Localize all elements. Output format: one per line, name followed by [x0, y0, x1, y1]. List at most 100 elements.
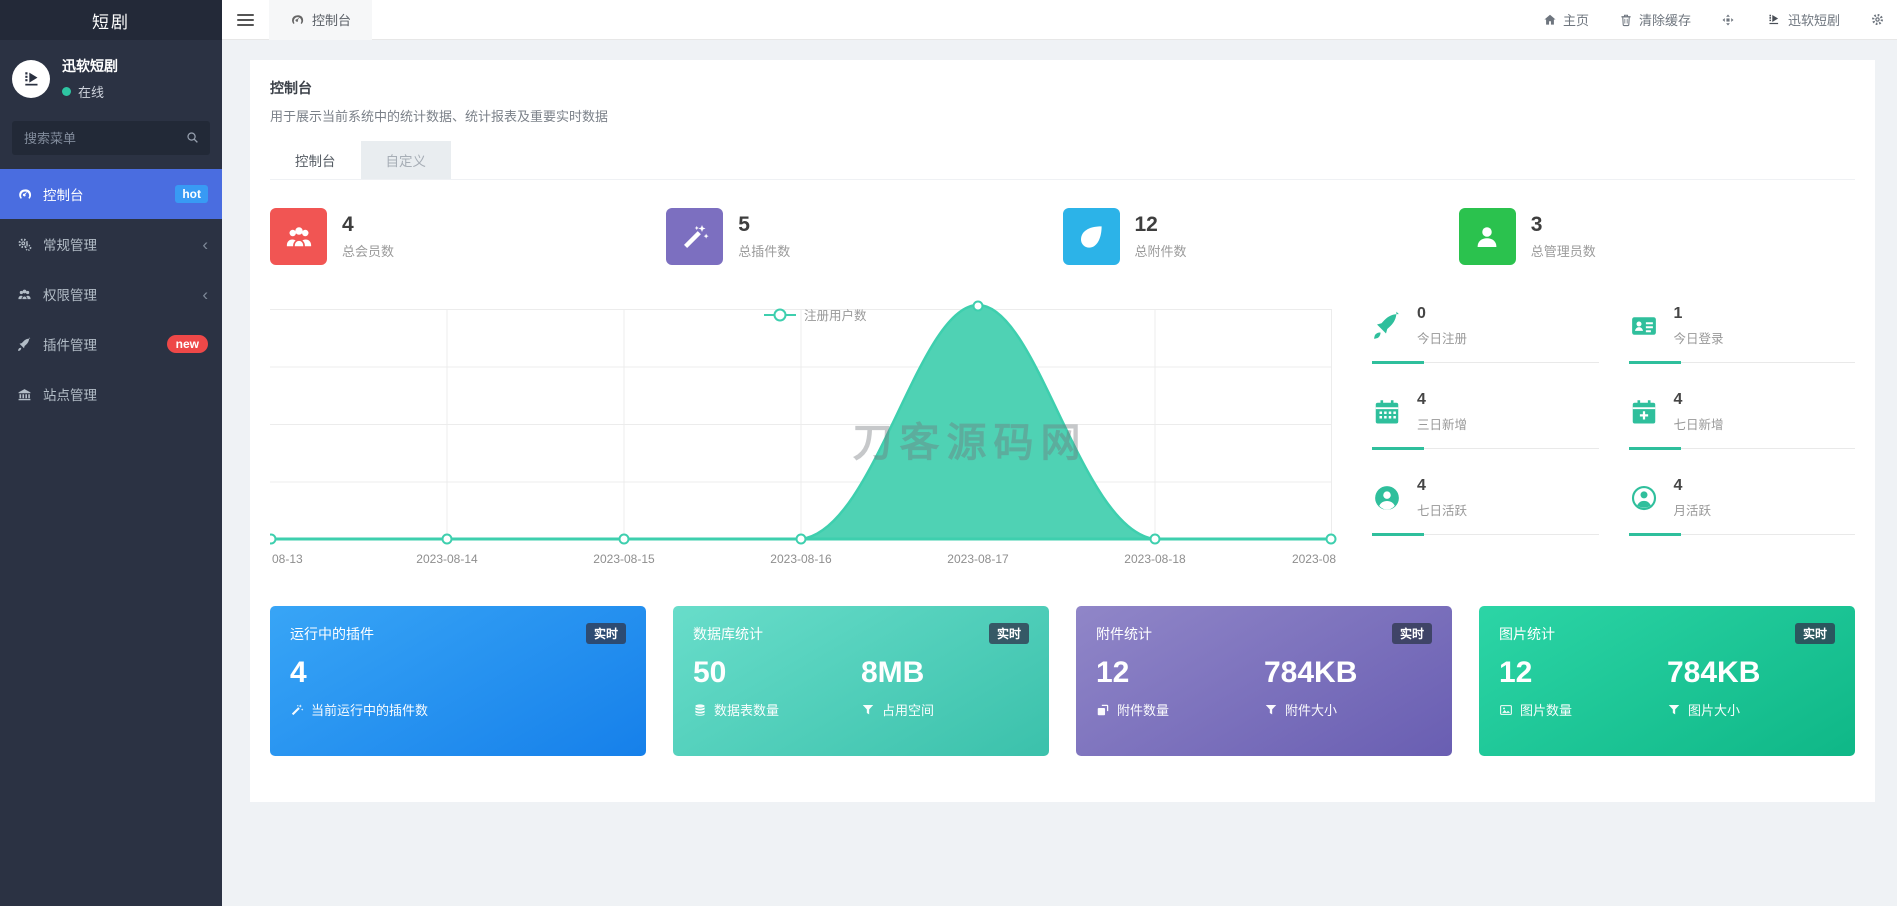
gauge-icon [17, 187, 32, 202]
svg-text:2023-08-16: 2023-08-16 [770, 552, 832, 566]
gear-icon [1870, 12, 1885, 27]
tab-dashboard[interactable]: 控制台 [270, 141, 361, 179]
card-database-stats: 数据库统计 实时 50 数据表数量 [673, 606, 1049, 756]
card-title: 图片统计 [1499, 624, 1555, 644]
cogs-icon [17, 237, 32, 252]
new-badge: new [167, 335, 208, 353]
card-value: 784KB [1667, 656, 1835, 690]
sidebar-toggle-button[interactable] [222, 14, 269, 26]
sidebar-item-general[interactable]: 常规管理 ‹ [0, 219, 222, 269]
home-label: 主页 [1563, 10, 1589, 29]
menu-search [12, 121, 210, 155]
chart-legend[interactable]: 注册用户数 [764, 308, 867, 323]
tab-custom[interactable]: 自定义 [361, 141, 452, 179]
database-icon [693, 703, 707, 717]
mini-stat-month-active: 4 月活跃 [1629, 475, 1856, 535]
card-metric-label: 图片数量 [1520, 700, 1572, 719]
mini-stat-label: 七日新增 [1674, 414, 1724, 433]
panel-tabs: 控制台 自定义 [270, 141, 1855, 180]
topbar-tab-dashboard[interactable]: 控制台 [269, 0, 372, 40]
mini-stat-label: 今日登录 [1674, 328, 1724, 347]
chevron-left-icon: ‹ [202, 286, 208, 303]
image-icon [1499, 703, 1513, 717]
card-title: 运行中的插件 [290, 624, 374, 644]
realtime-badge: 实时 [989, 623, 1029, 644]
fullscreen-button[interactable] [1721, 13, 1735, 27]
mini-stat-today-login: 1 今日登录 [1629, 303, 1856, 363]
sidebar-item-label: 控制台 [43, 184, 84, 204]
sidebar-item-label: 插件管理 [43, 334, 97, 354]
realtime-cards: 运行中的插件 实时 4 当前运行中的插件数 [270, 606, 1855, 756]
card-value: 12 [1096, 656, 1264, 690]
user-circle-icon [1372, 483, 1402, 513]
brand-label: 迅软短剧 [1788, 10, 1840, 29]
card-value: 8MB [861, 656, 1029, 690]
stat-total-admins: 3 总管理员数 [1459, 208, 1855, 265]
stat-label: 总会员数 [342, 241, 394, 260]
page-subtitle: 用于展示当前系统中的统计数据、统计报表及重要实时数据 [270, 106, 1855, 125]
mini-stat-value: 0 [1417, 305, 1467, 323]
card-value: 784KB [1264, 656, 1432, 690]
card-metric-label: 当前运行中的插件数 [311, 700, 428, 719]
clear-cache-label: 清除缓存 [1639, 10, 1691, 29]
svg-text:2023-08: 2023-08 [1292, 552, 1336, 566]
rocket-icon [1372, 311, 1402, 341]
user-panel: 迅软短剧 在线 [0, 40, 222, 115]
card-title: 数据库统计 [693, 624, 763, 644]
user-menu[interactable]: 迅软短剧 [1765, 10, 1840, 29]
user-name: 迅软短剧 [62, 56, 118, 76]
clone-icon [1096, 703, 1110, 717]
card-attachment-stats: 附件统计 实时 12 附件数量 [1076, 606, 1452, 756]
bank-icon [17, 387, 32, 402]
mini-stat-7day-new: 4 七日新增 [1629, 389, 1856, 449]
user-circle-o-icon [1629, 483, 1659, 513]
chart-data-markers [270, 302, 1336, 544]
mini-stat-value: 1 [1674, 305, 1724, 323]
mini-stat-label: 月活跃 [1674, 500, 1712, 519]
chart-x-axis-labels: 08-13 2023-08-14 2023-08-15 2023-08-16 2… [272, 552, 1336, 566]
id-card-icon [1629, 311, 1659, 341]
card-image-stats: 图片统计 实时 12 图片数量 [1479, 606, 1855, 756]
registered-users-chart: 注册用户数 08-13 2023-08-14 2023-08-15 2023-0… [270, 299, 1338, 576]
chevron-left-icon: ‹ [202, 236, 208, 253]
stat-tiles: 4 总会员数 5 总插件数 12 [270, 208, 1855, 265]
search-input[interactable] [12, 121, 210, 155]
sidebar: 短剧 迅软短剧 在线 控制台 hot 常规管理 ‹ 权限管理 [0, 0, 222, 906]
card-value: 12 [1499, 656, 1667, 690]
realtime-badge: 实时 [1392, 623, 1432, 644]
card-metric-label: 占用空间 [882, 700, 934, 719]
stat-value: 12 [1135, 213, 1187, 237]
funnel-icon [1264, 703, 1278, 717]
home-icon [1543, 13, 1557, 27]
wand-icon [290, 703, 304, 717]
trash-icon [1619, 13, 1633, 27]
home-button[interactable]: 主页 [1543, 10, 1589, 29]
avatar[interactable] [12, 60, 50, 98]
svg-text:08-13: 08-13 [272, 552, 303, 566]
settings-button[interactable] [1870, 12, 1885, 27]
legend-label: 注册用户数 [804, 308, 867, 323]
calendar-plus-icon [1629, 397, 1659, 427]
svg-text:2023-08-17: 2023-08-17 [947, 552, 1009, 566]
clear-cache-button[interactable]: 清除缓存 [1619, 10, 1691, 29]
mini-stat-value: 4 [1417, 391, 1467, 409]
sidebar-item-dashboard[interactable]: 控制台 hot [0, 169, 222, 219]
sidebar-item-auth[interactable]: 权限管理 ‹ [0, 269, 222, 319]
sidebar-item-addon[interactable]: 插件管理 new [0, 319, 222, 369]
stat-label: 总管理员数 [1531, 241, 1596, 260]
topbar: 控制台 主页 清除缓存 迅软短剧 [222, 0, 1897, 40]
leaf-icon [1076, 222, 1106, 252]
card-value: 4 [290, 656, 626, 690]
mini-stat-label: 三日新增 [1417, 414, 1467, 433]
sidebar-item-label: 权限管理 [43, 284, 97, 304]
svg-text:2023-08-15: 2023-08-15 [593, 552, 655, 566]
calendar-icon [1372, 397, 1402, 427]
mini-stat-value: 4 [1674, 477, 1712, 495]
card-metric-label: 图片大小 [1688, 700, 1740, 719]
card-metric-label: 附件大小 [1285, 700, 1337, 719]
stat-value: 4 [342, 213, 394, 237]
mini-stat-7day-active: 4 七日活跃 [1372, 475, 1599, 535]
sidebar-item-site[interactable]: 站点管理 [0, 369, 222, 419]
gauge-icon [290, 13, 304, 27]
stat-label: 总附件数 [1135, 241, 1187, 260]
